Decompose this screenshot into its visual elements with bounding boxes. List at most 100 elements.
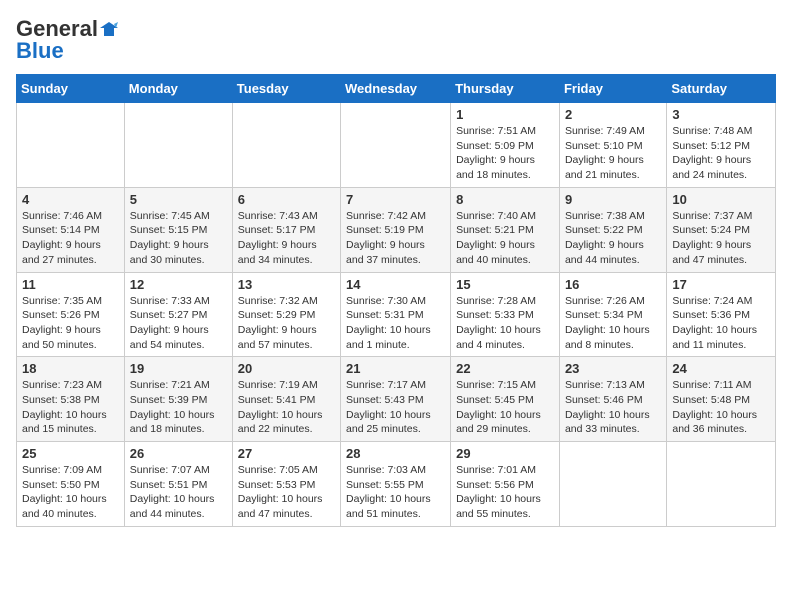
day-detail: Sunrise: 7:37 AM Sunset: 5:24 PM Dayligh… <box>672 209 770 268</box>
day-detail: Sunrise: 7:42 AM Sunset: 5:19 PM Dayligh… <box>346 209 445 268</box>
day-number: 3 <box>672 107 770 122</box>
calendar-cell: 7 Sunrise: 7:42 AM Sunset: 5:19 PM Daylig… <box>341 187 451 272</box>
day-detail: Sunrise: 7:07 AM Sunset: 5:51 PM Dayligh… <box>130 463 227 522</box>
day-detail: Sunrise: 7:11 AM Sunset: 5:48 PM Dayligh… <box>672 378 770 437</box>
calendar-week-2: 4 Sunrise: 7:46 AM Sunset: 5:14 PM Daylig… <box>17 187 776 272</box>
day-number: 18 <box>22 361 119 376</box>
day-detail: Sunrise: 7:33 AM Sunset: 5:27 PM Dayligh… <box>130 294 227 353</box>
day-number: 6 <box>238 192 335 207</box>
calendar-cell: 28 Sunrise: 7:03 AM Sunset: 5:55 PM Dayli… <box>341 442 451 527</box>
calendar-cell <box>124 103 232 188</box>
day-detail: Sunrise: 7:19 AM Sunset: 5:41 PM Dayligh… <box>238 378 335 437</box>
day-number: 25 <box>22 446 119 461</box>
calendar-week-5: 25 Sunrise: 7:09 AM Sunset: 5:50 PM Dayli… <box>17 442 776 527</box>
calendar-cell: 29 Sunrise: 7:01 AM Sunset: 5:56 PM Dayli… <box>451 442 560 527</box>
day-detail: Sunrise: 7:23 AM Sunset: 5:38 PM Dayligh… <box>22 378 119 437</box>
day-detail: Sunrise: 7:32 AM Sunset: 5:29 PM Dayligh… <box>238 294 335 353</box>
day-number: 14 <box>346 277 445 292</box>
day-number: 10 <box>672 192 770 207</box>
calendar-cell: 13 Sunrise: 7:32 AM Sunset: 5:29 PM Dayli… <box>232 272 340 357</box>
day-number: 8 <box>456 192 554 207</box>
day-number: 22 <box>456 361 554 376</box>
day-detail: Sunrise: 7:40 AM Sunset: 5:21 PM Dayligh… <box>456 209 554 268</box>
day-number: 15 <box>456 277 554 292</box>
day-detail: Sunrise: 7:15 AM Sunset: 5:45 PM Dayligh… <box>456 378 554 437</box>
calendar-cell: 25 Sunrise: 7:09 AM Sunset: 5:50 PM Dayli… <box>17 442 125 527</box>
calendar-cell <box>559 442 666 527</box>
calendar-cell: 8 Sunrise: 7:40 AM Sunset: 5:21 PM Daylig… <box>451 187 560 272</box>
day-number: 2 <box>565 107 661 122</box>
day-detail: Sunrise: 7:13 AM Sunset: 5:46 PM Dayligh… <box>565 378 661 437</box>
column-header-monday: Monday <box>124 75 232 103</box>
calendar-cell: 10 Sunrise: 7:37 AM Sunset: 5:24 PM Dayli… <box>667 187 776 272</box>
calendar-cell: 26Sunrise: 7:07 AM Sunset: 5:51 PM Dayli… <box>124 442 232 527</box>
calendar-cell: 9 Sunrise: 7:38 AM Sunset: 5:22 PM Daylig… <box>559 187 666 272</box>
day-detail: Sunrise: 7:28 AM Sunset: 5:33 PM Dayligh… <box>456 294 554 353</box>
day-number: 20 <box>238 361 335 376</box>
calendar-cell: 3 Sunrise: 7:48 AM Sunset: 5:12 PM Daylig… <box>667 103 776 188</box>
day-detail: Sunrise: 7:51 AM Sunset: 5:09 PM Dayligh… <box>456 124 554 183</box>
calendar-cell: 15 Sunrise: 7:28 AM Sunset: 5:33 PM Dayli… <box>451 272 560 357</box>
day-detail: Sunrise: 7:45 AM Sunset: 5:15 PM Dayligh… <box>130 209 227 268</box>
logo-bird-icon <box>100 20 118 38</box>
day-detail: Sunrise: 7:05 AM Sunset: 5:53 PM Dayligh… <box>238 463 335 522</box>
calendar-cell: 14Sunrise: 7:30 AM Sunset: 5:31 PM Dayli… <box>341 272 451 357</box>
day-number: 24 <box>672 361 770 376</box>
column-header-tuesday: Tuesday <box>232 75 340 103</box>
column-header-sunday: Sunday <box>17 75 125 103</box>
calendar-cell: 1 Sunrise: 7:51 AM Sunset: 5:09 PM Daylig… <box>451 103 560 188</box>
day-number: 16 <box>565 277 661 292</box>
day-detail: Sunrise: 7:38 AM Sunset: 5:22 PM Dayligh… <box>565 209 661 268</box>
calendar-cell: 20 Sunrise: 7:19 AM Sunset: 5:41 PM Dayli… <box>232 357 340 442</box>
calendar-cell <box>667 442 776 527</box>
logo-text-blue: Blue <box>16 38 64 64</box>
day-number: 12 <box>130 277 227 292</box>
calendar-cell <box>232 103 340 188</box>
calendar-cell: 22 Sunrise: 7:15 AM Sunset: 5:45 PM Dayli… <box>451 357 560 442</box>
day-detail: Sunrise: 7:24 AM Sunset: 5:36 PM Dayligh… <box>672 294 770 353</box>
day-number: 17 <box>672 277 770 292</box>
logo: General Blue <box>16 16 118 64</box>
day-number: 21 <box>346 361 445 376</box>
day-number: 28 <box>346 446 445 461</box>
calendar-cell <box>341 103 451 188</box>
day-number: 4 <box>22 192 119 207</box>
calendar-week-4: 18 Sunrise: 7:23 AM Sunset: 5:38 PM Dayli… <box>17 357 776 442</box>
day-detail: Sunrise: 7:49 AM Sunset: 5:10 PM Dayligh… <box>565 124 661 183</box>
day-detail: Sunrise: 7:48 AM Sunset: 5:12 PM Dayligh… <box>672 124 770 183</box>
day-detail: Sunrise: 7:01 AM Sunset: 5:56 PM Dayligh… <box>456 463 554 522</box>
day-number: 23 <box>565 361 661 376</box>
day-number: 9 <box>565 192 661 207</box>
calendar-cell: 11Sunrise: 7:35 AM Sunset: 5:26 PM Dayli… <box>17 272 125 357</box>
day-detail: Sunrise: 7:21 AM Sunset: 5:39 PM Dayligh… <box>130 378 227 437</box>
column-header-wednesday: Wednesday <box>341 75 451 103</box>
calendar-cell: 16 Sunrise: 7:26 AM Sunset: 5:34 PM Dayli… <box>559 272 666 357</box>
day-detail: Sunrise: 7:46 AM Sunset: 5:14 PM Dayligh… <box>22 209 119 268</box>
day-number: 19 <box>130 361 227 376</box>
day-number: 27 <box>238 446 335 461</box>
day-number: 29 <box>456 446 554 461</box>
calendar-cell: 19 Sunrise: 7:21 AM Sunset: 5:39 PM Dayli… <box>124 357 232 442</box>
calendar-cell: 6 Sunrise: 7:43 AM Sunset: 5:17 PM Daylig… <box>232 187 340 272</box>
day-number: 1 <box>456 107 554 122</box>
calendar-cell: 27 Sunrise: 7:05 AM Sunset: 5:53 PM Dayli… <box>232 442 340 527</box>
calendar-cell: 21Sunrise: 7:17 AM Sunset: 5:43 PM Dayli… <box>341 357 451 442</box>
calendar-week-1: 1 Sunrise: 7:51 AM Sunset: 5:09 PM Daylig… <box>17 103 776 188</box>
header-row: SundayMondayTuesdayWednesdayThursdayFrid… <box>17 75 776 103</box>
column-header-thursday: Thursday <box>451 75 560 103</box>
calendar-cell: 18 Sunrise: 7:23 AM Sunset: 5:38 PM Dayli… <box>17 357 125 442</box>
calendar-cell: 17 Sunrise: 7:24 AM Sunset: 5:36 PM Dayli… <box>667 272 776 357</box>
calendar-cell: 23 Sunrise: 7:13 AM Sunset: 5:46 PM Dayli… <box>559 357 666 442</box>
day-number: 13 <box>238 277 335 292</box>
day-number: 11 <box>22 277 119 292</box>
day-detail: Sunrise: 7:43 AM Sunset: 5:17 PM Dayligh… <box>238 209 335 268</box>
day-number: 5 <box>130 192 227 207</box>
day-detail: Sunrise: 7:03 AM Sunset: 5:55 PM Dayligh… <box>346 463 445 522</box>
day-number: 7 <box>346 192 445 207</box>
calendar-cell: 4 Sunrise: 7:46 AM Sunset: 5:14 PM Daylig… <box>17 187 125 272</box>
day-detail: Sunrise: 7:26 AM Sunset: 5:34 PM Dayligh… <box>565 294 661 353</box>
day-detail: Sunrise: 7:09 AM Sunset: 5:50 PM Dayligh… <box>22 463 119 522</box>
calendar-cell <box>17 103 125 188</box>
calendar-cell: 12 Sunrise: 7:33 AM Sunset: 5:27 PM Dayli… <box>124 272 232 357</box>
calendar-cell: 2 Sunrise: 7:49 AM Sunset: 5:10 PM Daylig… <box>559 103 666 188</box>
